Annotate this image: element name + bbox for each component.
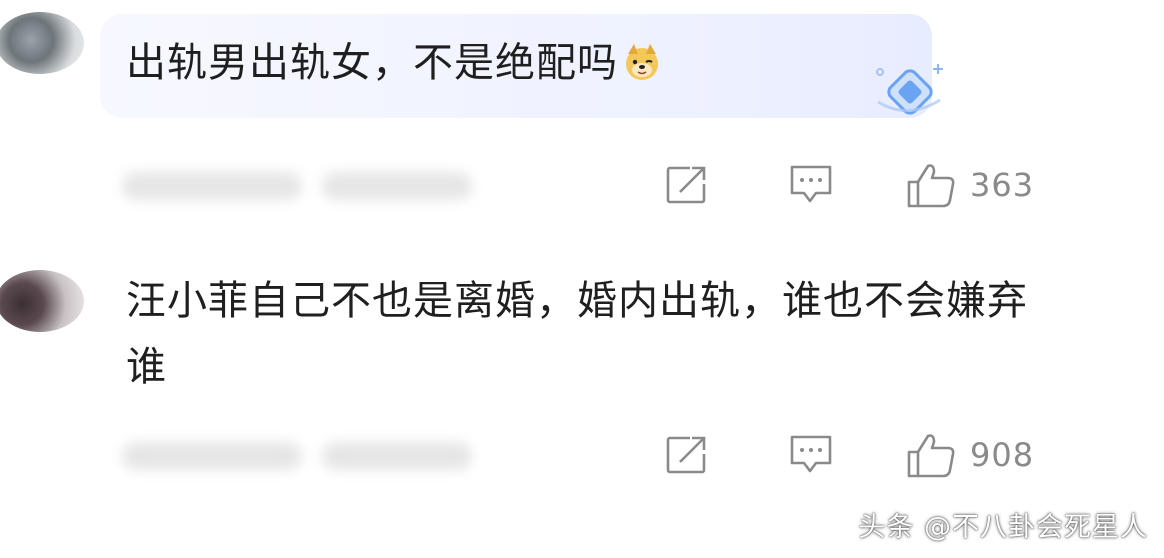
share-icon (666, 436, 706, 474)
share-button[interactable] (664, 430, 710, 480)
comment-item-2: 汪小菲自己不也是离婚，婚内出轨，谁也不会嫌弃谁 908 (0, 0, 1164, 558)
avatar[interactable] (0, 270, 84, 332)
comment-actions: 908 (0, 430, 1164, 490)
comment-text: 汪小菲自己不也是离婚，婚内出轨，谁也不会嫌弃谁 (126, 278, 1028, 390)
like-count: 908 (970, 436, 1035, 474)
reply-button[interactable] (788, 430, 834, 480)
comment-icon (790, 435, 832, 473)
like-button[interactable]: 908 (906, 430, 1034, 480)
watermark: 头条 @不八卦会死星人 (858, 512, 1148, 543)
thumbs-up-icon (907, 434, 955, 478)
